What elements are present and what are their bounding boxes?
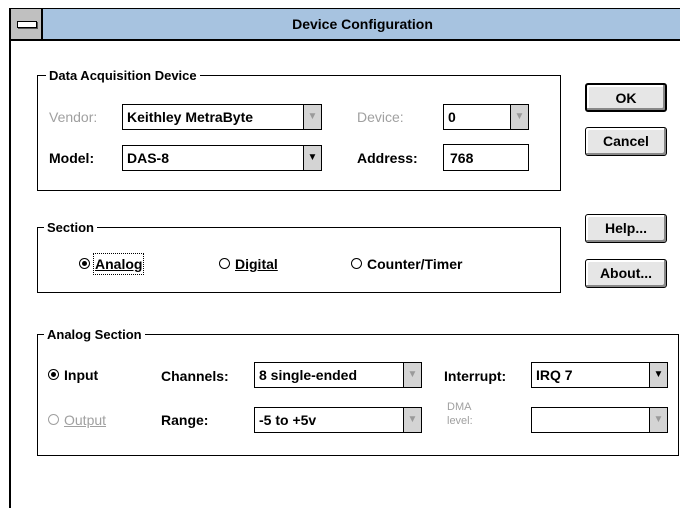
down-arrow-icon[interactable]: ▼ — [510, 105, 528, 129]
analog-section-legend: Analog Section — [44, 327, 145, 343]
vendor-label: Vendor: — [49, 109, 98, 125]
output-radio-label: Output — [64, 412, 107, 428]
dma-level-combobox: ▼ — [531, 407, 668, 433]
system-menu-button[interactable] — [11, 9, 43, 39]
vendor-value: Keithley MetraByte — [127, 109, 254, 125]
radio-selected-icon — [79, 258, 90, 269]
down-arrow-icon: ▼ — [303, 105, 321, 129]
analog-radio-label: Analog — [92, 253, 145, 275]
dma-label-line-2: level: — [447, 415, 473, 427]
down-arrow-icon: ▼ — [649, 408, 667, 432]
address-input[interactable]: 768 — [443, 144, 529, 171]
radio-unselected-icon — [351, 258, 362, 269]
section-legend: Section — [44, 220, 97, 236]
channels-value: 8 single-ended — [259, 367, 358, 383]
vendor-combobox: Keithley MetraByte ▼ — [122, 104, 322, 130]
title-bar[interactable]: Device Configuration — [11, 9, 680, 41]
channels-label: Channels: — [161, 368, 229, 384]
down-arrow-icon[interactable]: ▼ — [403, 363, 421, 387]
window-title: Device Configuration — [292, 16, 433, 32]
system-menu-icon — [17, 21, 37, 28]
device-configuration-window: Device Configuration Data Acquisition De… — [9, 8, 680, 508]
down-arrow-icon[interactable]: ▼ — [649, 363, 667, 387]
analog-section-group: Analog Section — [37, 327, 679, 456]
device-value: 0 — [448, 109, 456, 125]
range-combobox[interactable]: -5 to +5v ▼ — [254, 407, 422, 433]
range-value: -5 to +5v — [259, 412, 317, 428]
about-button[interactable]: About... — [585, 259, 667, 288]
dma-label-line-1: DMA — [447, 401, 472, 413]
channels-combobox[interactable]: 8 single-ended ▼ — [254, 362, 422, 388]
interrupt-value: IRQ 7 — [536, 367, 573, 383]
device-combobox[interactable]: 0 ▼ — [443, 104, 529, 130]
range-label: Range: — [161, 412, 209, 428]
model-combobox[interactable]: DAS-8 ▼ — [122, 145, 322, 171]
address-label: Address: — [357, 150, 418, 166]
help-button[interactable]: Help... — [585, 214, 667, 243]
down-arrow-icon[interactable]: ▼ — [303, 146, 321, 170]
counter-timer-radio-label: Counter/Timer — [367, 256, 463, 272]
data-acquisition-device-group: Data Acquisition Device — [37, 68, 561, 191]
model-value: DAS-8 — [127, 150, 170, 166]
radio-selected-icon — [48, 369, 59, 380]
interrupt-label: Interrupt: — [444, 368, 507, 384]
ok-button[interactable]: OK — [585, 83, 667, 112]
radio-unselected-icon — [48, 414, 59, 425]
input-radio-label: Input — [64, 367, 99, 383]
radio-unselected-icon — [219, 258, 230, 269]
data-acquisition-device-legend: Data Acquisition Device — [46, 68, 200, 84]
digital-radio-label: Digital — [235, 256, 278, 272]
address-value: 768 — [450, 150, 474, 166]
device-label: Device: — [357, 109, 404, 125]
down-arrow-icon[interactable]: ▼ — [403, 408, 421, 432]
interrupt-combobox[interactable]: IRQ 7 ▼ — [531, 362, 668, 388]
model-label: Model: — [49, 150, 95, 166]
cancel-button[interactable]: Cancel — [585, 127, 667, 156]
